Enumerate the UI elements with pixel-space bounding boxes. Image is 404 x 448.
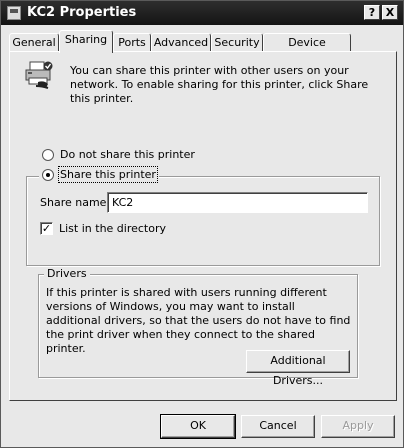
shared-printer-icon bbox=[25, 61, 53, 89]
tab-advanced[interactable]: Advanced bbox=[151, 33, 211, 52]
share-group bbox=[26, 176, 380, 266]
share-name-input[interactable] bbox=[107, 192, 368, 213]
drivers-legend: Drivers bbox=[44, 267, 90, 280]
close-button[interactable]: X bbox=[382, 5, 398, 20]
properties-dialog: KC2 Properties ? X General Sharing Ports… bbox=[0, 0, 404, 448]
list-directory-label: List in the directory bbox=[59, 222, 167, 235]
list-directory-option[interactable]: ✓ List in the directory bbox=[40, 222, 166, 235]
do-not-share-label: Do not share this printer bbox=[60, 148, 195, 161]
tab-sharing[interactable]: Sharing bbox=[59, 30, 113, 53]
sharing-intro-text: You can share this printer with other us… bbox=[70, 64, 369, 105]
apply-button[interactable]: Apply bbox=[321, 415, 395, 438]
ok-button[interactable]: OK bbox=[160, 414, 236, 439]
do-not-share-radio[interactable] bbox=[42, 148, 54, 161]
share-option[interactable]: Share this printer bbox=[39, 166, 159, 183]
do-not-share-option[interactable]: Do not share this printer bbox=[42, 148, 195, 161]
window-title: KC2 Properties bbox=[27, 5, 137, 20]
list-directory-checkbox[interactable]: ✓ bbox=[40, 222, 53, 235]
cancel-button[interactable]: Cancel bbox=[241, 415, 315, 438]
tab-security[interactable]: Security bbox=[211, 33, 263, 52]
tab-device-settings[interactable]: Device Settings bbox=[263, 33, 351, 66]
additional-drivers-button[interactable]: Additional Drivers... bbox=[246, 350, 350, 387]
share-label: Share this printer bbox=[58, 166, 158, 183]
tab-ports[interactable]: Ports bbox=[113, 33, 151, 52]
tab-general[interactable]: General bbox=[9, 33, 59, 52]
printer-app-icon bbox=[7, 6, 21, 20]
tab-strip: General Sharing Ports Advanced Security … bbox=[9, 30, 399, 66]
share-radio[interactable] bbox=[42, 168, 54, 181]
share-name-label: Share name: bbox=[40, 196, 111, 209]
title-bar[interactable]: KC2 Properties ? X bbox=[1, 1, 403, 25]
sharing-panel: You can share this printer with other us… bbox=[9, 51, 397, 401]
help-button[interactable]: ? bbox=[364, 5, 380, 20]
drivers-description: If this printer is shared with users run… bbox=[46, 286, 351, 355]
